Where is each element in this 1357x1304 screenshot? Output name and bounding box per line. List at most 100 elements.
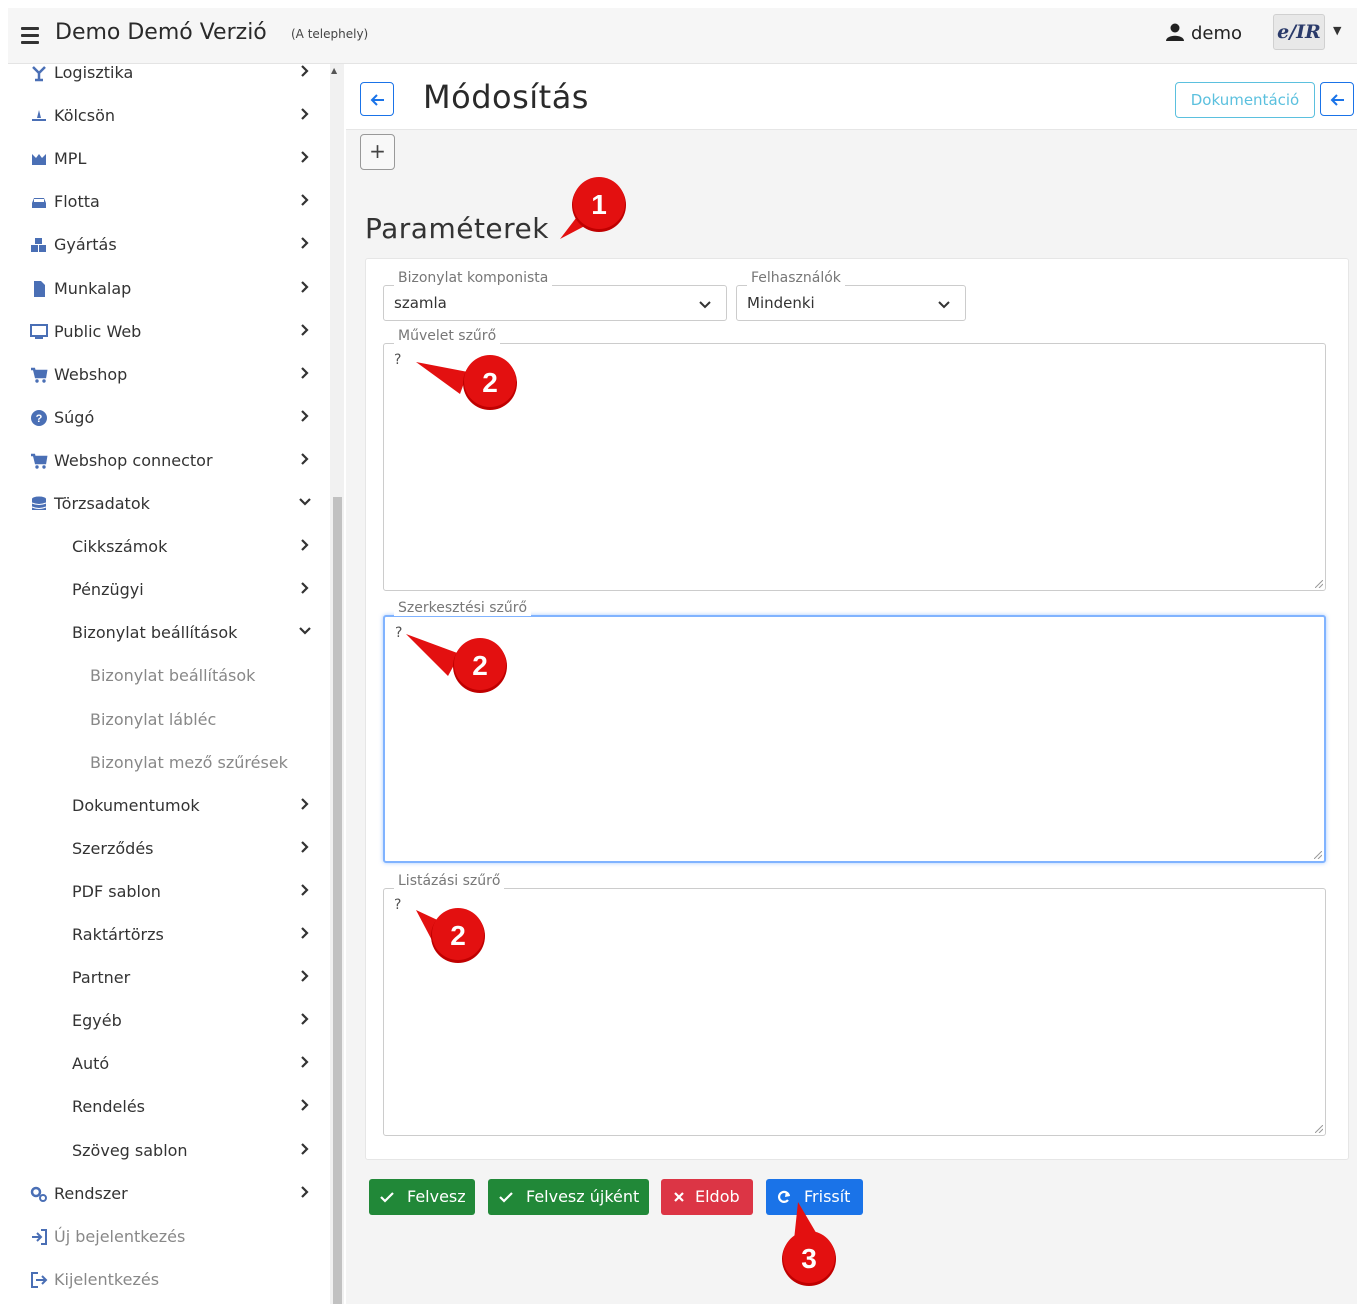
sidebar-item-bizonylat-beallitasok[interactable]: Bizonylat beállítások — [8, 656, 330, 696]
chevron-right-icon — [301, 1185, 309, 1198]
chevron-right-icon — [301, 280, 309, 293]
sidebar-item-cikkszamok[interactable]: Cikkszámok — [8, 527, 330, 567]
chevron-right-icon — [301, 884, 309, 896]
resize-grip-icon[interactable] — [1315, 1125, 1323, 1133]
sidebar-item-szoveg-sablon[interactable]: Szöveg sablon — [8, 1131, 330, 1171]
check-icon — [499, 1192, 513, 1203]
chevron-right-icon — [301, 1142, 309, 1155]
sidebar-item-label: Pénzügyi — [72, 580, 144, 600]
chevron-right-icon — [301, 366, 309, 379]
szerkesztesi-szuro-textarea[interactable]: ? — [383, 615, 1326, 863]
logo-dropdown[interactable]: e/IR ▼ — [1273, 14, 1349, 52]
resize-grip-icon[interactable] — [1315, 580, 1323, 588]
sidebar-item-gyartas[interactable]: Gyártás — [8, 225, 330, 265]
loan-icon — [32, 110, 46, 122]
sidebar-item-label: PDF sablon — [72, 881, 161, 901]
callout-marker-3: 3 — [782, 1202, 836, 1286]
sidebar-item-label: Public Web — [54, 321, 142, 341]
chevron-right-icon — [301, 108, 309, 120]
sign-in-icon — [32, 1228, 47, 1245]
sidebar-item-kijelentkezes[interactable]: Kijelentkezés — [8, 1260, 330, 1300]
scroll-up-icon[interactable]: ▲ — [331, 66, 337, 75]
sidebar-item-munkalap[interactable]: Munkalap — [8, 269, 330, 309]
felvesz-ujkent-button[interactable]: Felvesz újként — [488, 1179, 649, 1215]
sidebar-item-bizonylat-lablec[interactable]: Bizonylat lábléc — [8, 700, 330, 740]
check-icon — [380, 1192, 394, 1203]
sidebar-item-label: Dokumentumok — [72, 795, 200, 815]
user-menu[interactable]: demo — [1165, 22, 1242, 44]
felvesz-button[interactable]: Felvesz — [369, 1179, 475, 1215]
chevron-right-icon — [301, 65, 309, 77]
listazasi-szuro-value: ? — [394, 897, 402, 913]
felhasznalok-select[interactable]: Mindenki — [736, 285, 966, 321]
felhasznalok-value: Mindenki — [747, 294, 815, 312]
sidebar-item-egyeb[interactable]: Egyéb — [8, 1001, 330, 1041]
app-logo: e/IR — [1273, 14, 1325, 50]
sidebar-item-label: Új bejelentkezés — [54, 1226, 186, 1246]
chevron-right-icon — [301, 453, 309, 465]
sidebar-item-label: Egyéb — [72, 1011, 122, 1031]
sidebar-item-label: Törzsadatok — [54, 494, 150, 513]
chevron-down-icon — [699, 301, 711, 309]
sidebar-item-dokumentumok[interactable]: Dokumentumok — [8, 786, 330, 826]
sidebar-item-label: Flotta — [54, 192, 100, 212]
logistics-icon — [32, 66, 46, 82]
page-title: Módosítás — [423, 78, 589, 116]
chevron-right-icon — [301, 797, 309, 810]
sidebar-item-label: Webshop connector — [54, 450, 213, 470]
sidebar-item-kolcson[interactable]: Kölcsön — [8, 96, 330, 136]
documentation-button[interactable]: Dokumentáció — [1175, 82, 1315, 118]
sidebar-item-label: Szerződés — [72, 838, 154, 858]
chevron-right-icon — [301, 1099, 309, 1112]
sidebar-item-public-web[interactable]: Public Web — [8, 312, 330, 352]
hamburger-menu-icon[interactable] — [21, 27, 39, 44]
sidebar-item-uj-bejelentkezes[interactable]: Új bejelentkezés — [8, 1217, 330, 1257]
svg-text:?: ? — [36, 413, 43, 425]
sidebar-item-partner[interactable]: Partner — [8, 958, 330, 998]
komponista-select[interactable]: szamla — [383, 285, 727, 321]
sidebar-item-raktartorzs[interactable]: Raktártörzs — [8, 915, 330, 955]
listazasi-szuro-textarea[interactable]: ? — [383, 888, 1326, 1136]
callout-marker-1: 1 — [560, 177, 626, 239]
sidebar-item-sugo[interactable]: ? Súgó — [8, 398, 330, 438]
resize-grip-icon[interactable] — [1314, 851, 1322, 859]
sidebar-item-webshop-connector[interactable]: Webshop connector — [8, 441, 330, 481]
sidebar-scrollbar-thumb[interactable] — [333, 497, 342, 1304]
car-icon — [32, 198, 46, 209]
back-button-right[interactable] — [1320, 82, 1354, 116]
file-icon — [34, 280, 45, 297]
sidebar-item-penzugyi[interactable]: Pénzügyi — [8, 570, 330, 610]
sidebar-item-mpl[interactable]: MPL — [8, 139, 330, 179]
sidebar-item-label: Rendelés — [72, 1097, 146, 1117]
eldob-button[interactable]: Eldob — [661, 1179, 753, 1215]
szerkesztesi-szuro-label: Szerkesztési szűrő — [394, 600, 532, 616]
sidebar-item-label: Súgó — [54, 407, 95, 427]
muvelet-szuro-textarea[interactable]: ? — [383, 343, 1326, 591]
sidebar-item-label: Webshop — [54, 364, 128, 384]
sidebar-item-szerzodes[interactable]: Szerződés — [8, 829, 330, 869]
chevron-right-icon — [301, 237, 309, 250]
sidebar-item-label: Kölcsön — [54, 106, 115, 126]
chevron-right-icon — [301, 410, 309, 422]
sidebar-item-flotta[interactable]: Flotta — [8, 182, 330, 222]
sidebar-item-torzsadatok[interactable]: Törzsadatok — [8, 484, 330, 524]
sidebar-item-bizonylat-beallitasok[interactable]: Bizonylat beállítások — [8, 613, 330, 653]
sidebar-item-auto[interactable]: Autó — [8, 1044, 330, 1084]
felhasznalok-label: Felhasználók — [747, 270, 845, 286]
sidebar-item-bizonylat-mezo-szuresek[interactable]: Bizonylat mező szűrések — [8, 743, 330, 783]
sidebar-item-logisztika[interactable]: Logisztika — [8, 64, 330, 93]
callout-marker-2b: 2 — [406, 634, 507, 693]
sidebar-item-rendeles[interactable]: Rendelés — [8, 1087, 330, 1127]
cubes-icon — [31, 238, 46, 253]
chevron-right-icon — [301, 841, 309, 853]
sidebar-item-label: Gyártás — [54, 235, 117, 255]
listazasi-szuro-label: Listázási szűrő — [394, 873, 505, 889]
cart-icon — [31, 367, 48, 383]
back-button[interactable] — [360, 82, 394, 116]
top-navbar: Demo Demó Verzió (A telephely) demo e/IR… — [8, 8, 1357, 64]
monitor-icon — [30, 323, 48, 339]
add-button[interactable]: + — [360, 134, 395, 170]
sidebar-item-rendszer[interactable]: Rendszer — [8, 1174, 330, 1214]
sidebar-item-pdf-sablon[interactable]: PDF sablon — [8, 872, 330, 912]
sidebar-item-webshop[interactable]: Webshop — [8, 355, 330, 395]
